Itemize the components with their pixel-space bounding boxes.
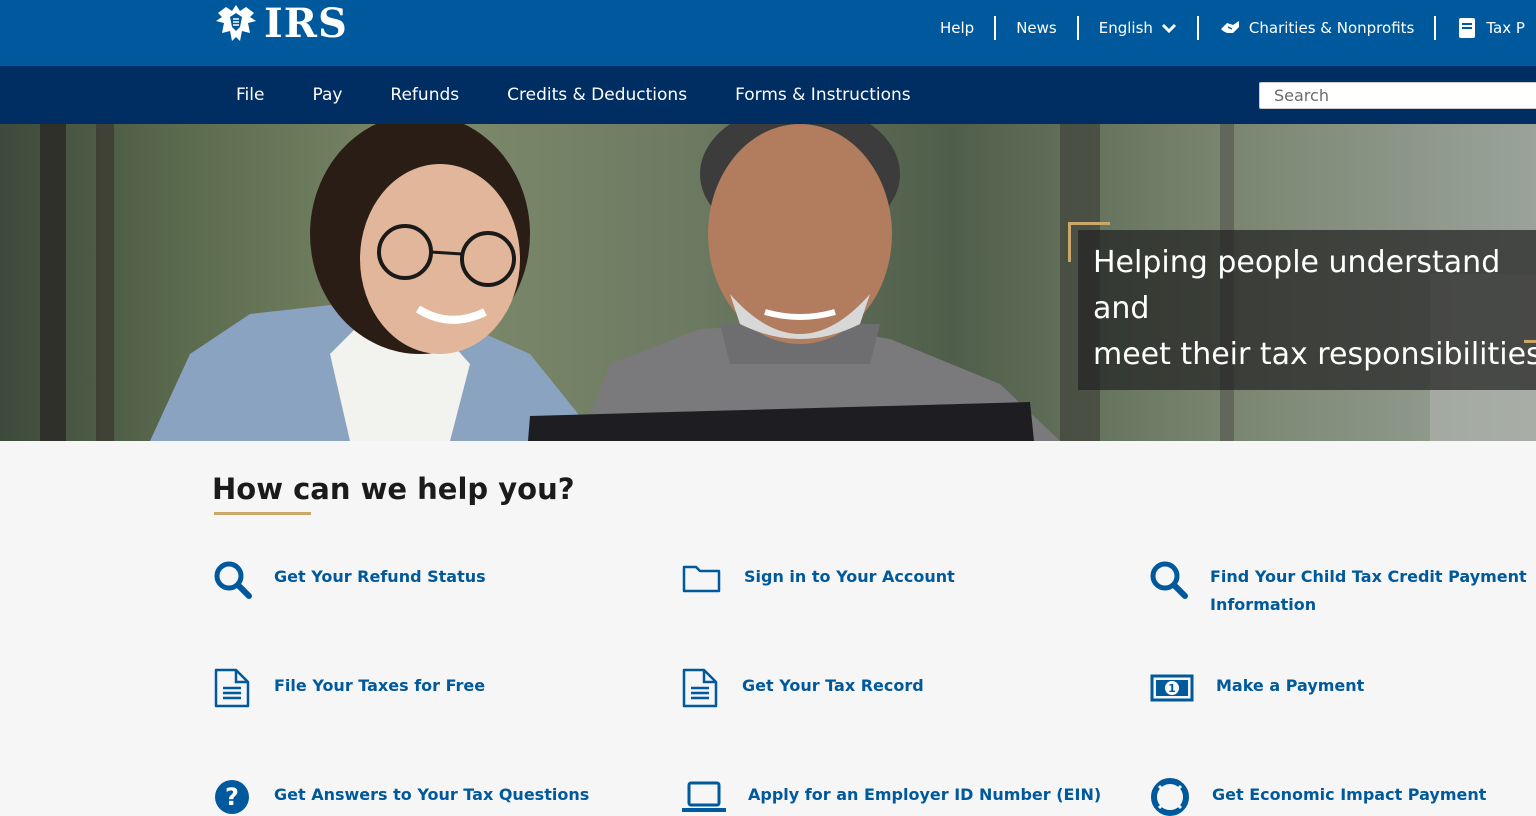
tax-pros-link-label: Tax P — [1486, 19, 1525, 37]
lifebuoy-icon — [1151, 778, 1189, 816]
help-link[interactable]: Help — [920, 19, 994, 37]
tile-make-payment[interactable]: 1 Make a Payment — [1150, 668, 1364, 708]
document-icon — [214, 668, 250, 708]
handshake-icon — [1220, 21, 1239, 33]
nav-item-refunds[interactable]: Refunds — [366, 85, 483, 105]
main-navigation: File Pay Refunds Credits & Deductions Fo… — [0, 66, 1536, 124]
tile-economic-impact[interactable]: Get Economic Impact Payment — [1150, 777, 1486, 816]
svg-text:1: 1 — [1168, 682, 1176, 695]
nav-item-file[interactable]: File — [212, 85, 288, 105]
top-utility-bar: IRS Help News English Charities & Nonpro… — [0, 0, 1536, 66]
charities-link[interactable]: Charities & Nonprofits — [1199, 17, 1434, 39]
title-underline — [214, 512, 311, 515]
language-selector[interactable]: English — [1079, 19, 1197, 37]
hero-banner: Helping people understand and meet their… — [0, 124, 1536, 441]
tile-label: Find Your Child Tax Credit Payment Infor… — [1210, 567, 1527, 614]
tile-label: Get Your Refund Status — [274, 567, 486, 586]
tile-label: Sign in to Your Account — [744, 567, 955, 586]
hero-caption: Helping people understand and meet their… — [1078, 230, 1536, 390]
search-icon — [214, 561, 252, 599]
tile-label: Get Economic Impact Payment — [1212, 785, 1487, 804]
charities-link-label: Charities & Nonprofits — [1248, 19, 1415, 37]
nav-item-forms-instructions[interactable]: Forms & Instructions — [711, 85, 935, 105]
help-section-title: How can we help you? — [212, 472, 575, 506]
help-link-label: Help — [940, 19, 975, 37]
language-label: English — [1098, 19, 1153, 37]
money-icon: 1 — [1150, 674, 1194, 702]
folder-icon — [682, 565, 721, 593]
caption-bracket — [1524, 340, 1536, 343]
svg-text:?: ? — [225, 783, 239, 811]
eagle-logo-icon — [216, 5, 256, 41]
logo-text: IRS — [264, 0, 348, 47]
chevron-down-icon — [1161, 23, 1176, 34]
tile-label: File Your Taxes for Free — [274, 676, 486, 695]
search-input[interactable] — [1259, 82, 1536, 109]
question-icon: ? — [215, 780, 249, 814]
nav-item-credits-deductions[interactable]: Credits & Deductions — [483, 85, 711, 105]
document-icon — [682, 668, 718, 708]
tile-sign-in[interactable]: Sign in to Your Account — [682, 559, 955, 599]
hero-caption-line-1: Helping people understand and — [1093, 245, 1501, 326]
tax-pros-link[interactable]: Tax P — [1436, 17, 1536, 39]
nav-item-pay[interactable]: Pay — [288, 85, 366, 105]
tile-label: Make a Payment — [1216, 676, 1365, 695]
book-icon — [1459, 18, 1476, 38]
tile-apply-ein[interactable]: Apply for an Employer ID Number (EIN) — [682, 777, 1101, 816]
search-icon — [1150, 561, 1188, 599]
laptop-icon — [682, 781, 726, 812]
tile-label: Apply for an Employer ID Number (EIN) — [748, 785, 1102, 804]
tile-refund-status[interactable]: Get Your Refund Status — [212, 559, 486, 599]
tile-label: Get Your Tax Record — [742, 676, 924, 695]
nav-list: File Pay Refunds Credits & Deductions Fo… — [212, 66, 935, 124]
utility-nav: Help News English Charities & Nonprofits… — [920, 14, 1536, 42]
news-link-label: News — [1016, 19, 1057, 37]
tile-label: Get Answers to Your Tax Questions — [274, 785, 590, 804]
news-link[interactable]: News — [996, 19, 1077, 37]
hero-caption-line-2: meet their tax responsibilities — [1093, 337, 1536, 372]
tile-tax-record[interactable]: Get Your Tax Record — [680, 668, 924, 708]
tile-file-free[interactable]: File Your Taxes for Free — [212, 668, 485, 708]
irs-logo[interactable]: IRS — [212, 2, 348, 46]
tile-child-tax-credit[interactable]: Find Your Child Tax Credit Payment Infor… — [1148, 559, 1528, 619]
tile-tax-questions[interactable]: ? Get Answers to Your Tax Questions — [212, 777, 589, 816]
